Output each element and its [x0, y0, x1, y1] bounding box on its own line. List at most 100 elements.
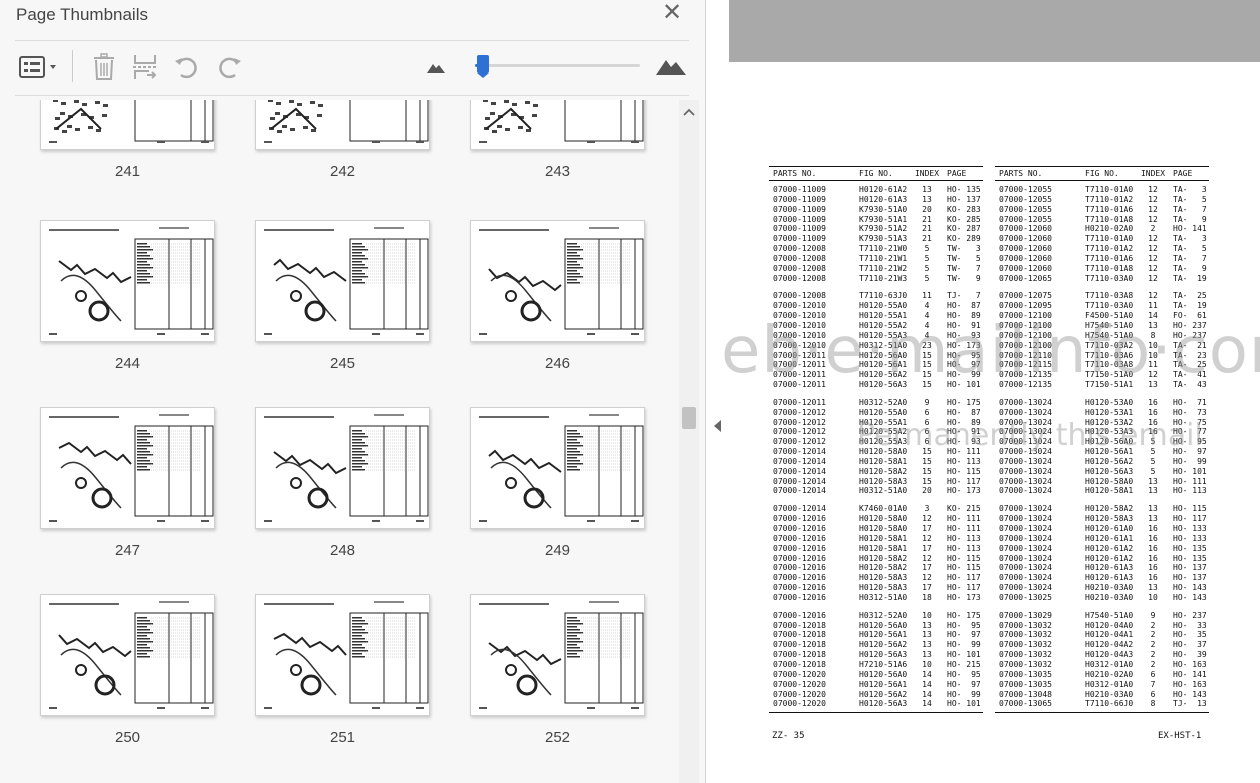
table-cell: TA- 7 [1173, 253, 1207, 263]
mountain-large-icon[interactable] [655, 54, 687, 81]
table-cell: T7110-01A8 [1085, 263, 1134, 273]
zoom-slider[interactable] [475, 55, 640, 78]
table-row: 07000-11009 K7930-51A1 21 KO- 285 [769, 215, 983, 225]
table-cell: TA- 3 [1173, 234, 1207, 244]
table-cell: 07000-12016 [773, 563, 826, 573]
table-rule [769, 712, 983, 714]
table-cell: 5 [924, 263, 930, 273]
table-cell: H0120-56A3 [859, 699, 908, 709]
table-cell: 20 [922, 204, 932, 214]
collapse-panel-icon[interactable] [711, 417, 725, 435]
table-row: 07000-13024 H0120-53A0 16 HO- 71 [995, 398, 1209, 408]
table-row: 07000-12055 T7110-01A8 12 TA- 9 [995, 215, 1209, 225]
table-cell: 07000-12055 [999, 204, 1052, 214]
table-cell: H0312-01A0 [1085, 679, 1134, 689]
page-thumbnail[interactable] [470, 220, 645, 342]
table-cell: 07000-13024 [999, 456, 1052, 466]
scroll-up-icon[interactable] [679, 102, 699, 122]
table-cell: 07000-13024 [999, 514, 1052, 524]
table-cell: TA- 19 [1173, 273, 1207, 283]
extract-pages-icon[interactable] [130, 52, 160, 82]
page-thumbnail[interactable] [470, 100, 645, 150]
table-cell: 12 [1148, 194, 1158, 204]
table-cell: 10 [922, 659, 932, 669]
table-cell: 13 [1148, 514, 1158, 524]
page-thumbnail[interactable] [255, 100, 430, 150]
table-group: 07000-12014 K7460-01A0 3 KO- 215 07000-12016… [769, 504, 983, 602]
table-cell: T7110-01A0 [1085, 185, 1134, 194]
table-cell: 21 [922, 224, 932, 234]
page-thumbnail[interactable] [255, 594, 430, 716]
table-cell: 12 [1148, 244, 1158, 254]
page-thumbnail[interactable] [255, 407, 430, 529]
table-cell: T7110-21W0 [859, 244, 908, 254]
page-thumbnail[interactable] [40, 594, 215, 716]
table-cell: 2 [1150, 650, 1156, 660]
table-cell: 07000-12008 [773, 291, 826, 301]
table-cell: KO- 215 [947, 504, 981, 514]
table-cell: 07000-13024 [999, 563, 1052, 573]
table-cell: TJ- 13 [1173, 699, 1207, 709]
table-row: 07000-12018 H0120-56A0 13 HO- 95 [769, 621, 983, 631]
rotate-ccw-icon[interactable] [172, 52, 202, 82]
close-icon[interactable]: ✕ [660, 1, 684, 26]
table-cell: H0120-61A2 [1085, 543, 1134, 553]
table-cell: 16 [1148, 563, 1158, 573]
page-thumbnail[interactable] [470, 594, 645, 716]
table-cell: 6 [1150, 669, 1156, 679]
mountain-small-icon[interactable] [426, 60, 446, 79]
table-cell: TA- 9 [1173, 214, 1207, 224]
table-cell: T7110-63J0 [859, 291, 908, 301]
table-cell: HO- 87 [947, 301, 981, 311]
zoom-slider-thumb[interactable] [476, 55, 489, 78]
table-row: 07000-13024 H0120-56A2 5 HO- 99 [995, 457, 1209, 467]
page-thumbnail[interactable] [40, 220, 215, 342]
table-cell: TA- 25 [1173, 291, 1207, 301]
table-cell: HO- 113 [947, 533, 981, 543]
table-cell: 07000-12016 [773, 573, 826, 583]
table-cell: 07000-12065 [999, 273, 1052, 283]
table-cell: HO- 135 [1173, 543, 1207, 553]
table-cell: K7930-51A0 [859, 204, 908, 214]
table-row: 07000-12011 H0312-52A0 9 HO- 175 [769, 398, 983, 408]
table-cell: H0120-53A1 [1085, 407, 1134, 417]
table-cell: H0120-53A0 [1085, 397, 1134, 407]
table-cell: H0120-61A0 [1085, 524, 1134, 533]
table-rule [995, 180, 1209, 181]
table-row: 07000-12065 T7110-03A0 12 TA- 19 [995, 274, 1209, 284]
table-cell: 12 [1148, 263, 1158, 273]
table-row: 07000-13048 H0210-03A0 6 HO- 143 [995, 690, 1209, 700]
table-cell: 07000-12020 [773, 679, 826, 689]
table-cell: H0120-58A1 [1085, 486, 1134, 496]
options-icon[interactable] [16, 52, 60, 82]
table-rule [769, 180, 983, 181]
table-rule [995, 712, 1209, 714]
table-cell: H0312-52A0 [859, 397, 908, 407]
table-cell: H0210-02A0 [1085, 669, 1134, 679]
table-cell: HO- 95 [947, 620, 981, 630]
table-cell: H0120-56A2 [859, 689, 908, 699]
rotate-cw-icon[interactable] [214, 52, 244, 82]
table-cell: 07000-13029 [999, 610, 1052, 620]
scrollbar-thumb[interactable] [682, 407, 696, 429]
table-row: 07000-13024 H0120-56A3 5 HO- 101 [995, 467, 1209, 477]
thumbnail-page-number: 251 [329, 729, 356, 746]
table-row: 07000-12018 H0120-56A2 13 HO- 99 [769, 640, 983, 650]
table-cell: 21 [922, 214, 932, 224]
table-cell: 15 [922, 456, 932, 466]
divider [15, 40, 689, 41]
page-thumbnail[interactable] [470, 407, 645, 529]
table-cell: H0120-56A0 [859, 620, 908, 630]
table-cell: H0120-58A2 [859, 563, 908, 573]
trash-icon[interactable] [89, 52, 119, 82]
thumbnail-scrollbar[interactable] [679, 100, 699, 783]
table-row: 07000-11009 H0120-61A2 13 HO- 135 [769, 185, 983, 195]
page-thumbnail[interactable] [255, 220, 430, 342]
table-cell: 13 [1148, 583, 1158, 593]
table-cell: HO- 163 [1173, 659, 1207, 669]
page-thumbnail[interactable] [40, 100, 215, 150]
page-gap [729, 0, 1260, 62]
table-cell: 07000-12008 [773, 253, 826, 263]
page-thumbnail[interactable] [40, 407, 215, 529]
table-cell: 12 [1148, 204, 1158, 214]
